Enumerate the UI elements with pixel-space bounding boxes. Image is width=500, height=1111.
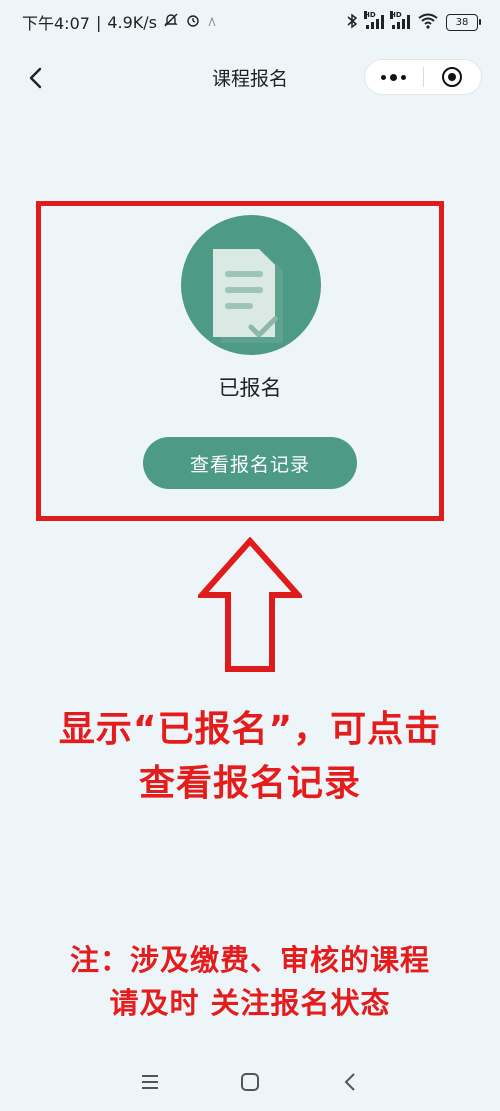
status-left: 下午4:07 | 4.9K/s	[22, 10, 217, 34]
more-dot-icon	[390, 73, 398, 81]
document-check-icon	[181, 215, 321, 355]
wifi-icon	[418, 13, 438, 32]
more-dot-icon	[381, 74, 387, 80]
mini-program-capsule	[364, 59, 482, 95]
clock: 下午4:07	[22, 14, 90, 33]
more-dot-icon	[401, 74, 407, 80]
registration-status: 已报名	[218, 376, 282, 400]
bluetooth-icon	[346, 13, 358, 32]
battery-icon: 38	[446, 13, 481, 31]
notification-icon	[207, 13, 217, 32]
system-nav-bar	[0, 1052, 500, 1111]
separator: |	[95, 12, 102, 32]
screen: 下午4:07 | 4.9K/s HD HD 38 课程报名 已报名 查看报名记录…	[0, 0, 500, 1111]
note-line-1: 注：涉及缴费、审核的课程	[69, 943, 430, 977]
note-line-2: 请及时 关注报名状态	[109, 986, 391, 1020]
arrow-up-icon	[195, 536, 305, 673]
status-right: HD HD 38	[346, 11, 481, 32]
more-button[interactable]	[365, 60, 423, 94]
annotation-line-2: 查看报名记录	[138, 763, 361, 804]
signal-hd-label-2: HD	[390, 11, 402, 19]
annotation-line-1: 显示“已报名”，可点击	[58, 709, 442, 750]
home-square-icon	[241, 1072, 259, 1091]
view-registration-records-button[interactable]: 查看报名记录	[143, 437, 357, 489]
close-mini-program-button[interactable]	[424, 60, 482, 94]
back-chevron-icon	[344, 1072, 355, 1091]
mute-icon	[163, 12, 179, 32]
menu-button[interactable]	[135, 1067, 165, 1097]
target-icon	[442, 67, 463, 87]
alarm-icon	[185, 12, 201, 32]
home-button[interactable]	[235, 1067, 265, 1097]
signal-hd-label: HD	[364, 11, 376, 19]
network-speed: 4.9K/s	[107, 12, 157, 32]
system-back-button[interactable]	[335, 1067, 365, 1097]
signal-icon-2: HD	[390, 11, 410, 29]
signal-icon: HD	[364, 11, 384, 29]
nav-bar: 课程报名	[0, 50, 500, 106]
status-bar: 下午4:07 | 4.9K/s HD HD 38	[0, 0, 500, 44]
menu-icon	[142, 1074, 158, 1089]
battery-level: 38	[455, 16, 469, 28]
